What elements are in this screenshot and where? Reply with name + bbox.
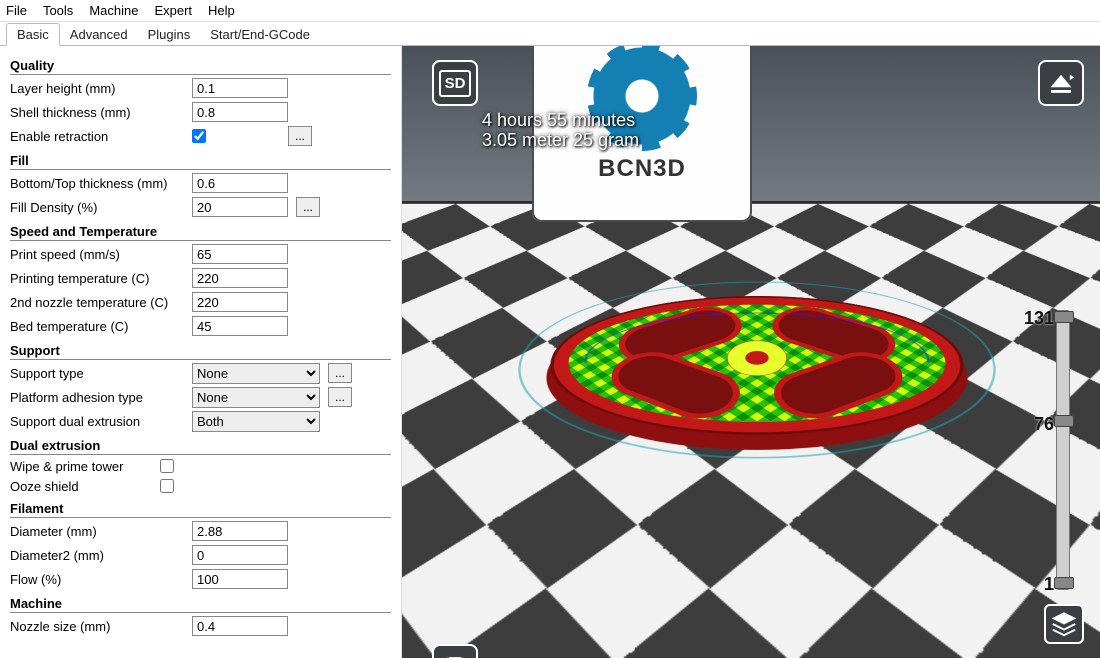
layer-slider-thumb-top[interactable]: [1054, 311, 1074, 323]
diameter-label: Diameter (mm): [10, 524, 192, 539]
tab-plugins[interactable]: Plugins: [138, 24, 201, 45]
save-sd-button[interactable]: SD: [432, 60, 478, 106]
viewport-3d[interactable]: BCN3D SD: [402, 46, 1100, 658]
support-dual-select[interactable]: Both: [192, 411, 320, 432]
section-machine: Machine: [10, 596, 391, 613]
layer-view-button[interactable]: [1044, 604, 1084, 644]
adhesion-type-more-button[interactable]: ...: [328, 387, 352, 407]
ooze-shield-checkbox[interactable]: [160, 479, 174, 493]
view-mode-button[interactable]: [1038, 60, 1084, 106]
print-temp-label: Printing temperature (C): [10, 271, 192, 286]
retraction-more-button[interactable]: ...: [288, 126, 312, 146]
section-fill: Fill: [10, 153, 391, 170]
section-filament: Filament: [10, 501, 391, 518]
support-type-more-button[interactable]: ...: [328, 363, 352, 383]
diameter2-label: Diameter2 (mm): [10, 548, 192, 563]
section-quality: Quality: [10, 58, 391, 75]
layers-icon: [1049, 609, 1079, 639]
print-temp-input[interactable]: [192, 268, 288, 288]
nozzle2-temp-input[interactable]: [192, 292, 288, 312]
print-speed-input[interactable]: [192, 244, 288, 264]
mirror-button[interactable]: [432, 644, 478, 658]
model-travel-lines: [570, 312, 943, 411]
section-dual-extrusion: Dual extrusion: [10, 438, 391, 455]
adhesion-type-label: Platform adhesion type: [10, 390, 192, 405]
sd-card-icon: SD: [439, 70, 472, 97]
view-mode-icon: [1046, 68, 1076, 98]
layer-slider-thumb-bottom[interactable]: [1054, 577, 1074, 589]
enable-retraction-label: Enable retraction: [10, 129, 192, 144]
menu-machine[interactable]: Machine: [89, 3, 138, 18]
ooze-shield-label: Ooze shield: [10, 479, 160, 494]
menu-tools[interactable]: Tools: [43, 3, 73, 18]
bed-temp-input[interactable]: [192, 316, 288, 336]
flow-label: Flow (%): [10, 572, 192, 587]
print-stats: 4 hours 55 minutes 3.05 meter 25 gram: [482, 110, 639, 150]
settings-panel: Quality Layer height (mm) Shell thicknes…: [0, 46, 402, 658]
support-type-label: Support type: [10, 366, 192, 381]
nozzle-size-input[interactable]: [192, 616, 288, 636]
layer-slider-track[interactable]: [1056, 310, 1070, 590]
menu-file[interactable]: File: [6, 3, 27, 18]
fill-density-label: Fill Density (%): [10, 200, 192, 215]
flow-input[interactable]: [192, 569, 288, 589]
enable-retraction-checkbox[interactable]: [192, 129, 206, 143]
fill-density-input[interactable]: [192, 197, 288, 217]
print-usage: 3.05 meter 25 gram: [482, 130, 639, 150]
fill-more-button[interactable]: ...: [296, 197, 320, 217]
layer-slider-thumb-current[interactable]: [1054, 415, 1074, 427]
bottom-top-label: Bottom/Top thickness (mm): [10, 176, 192, 191]
layer-height-input[interactable]: [192, 78, 288, 98]
menu-expert[interactable]: Expert: [154, 3, 192, 18]
shell-thickness-input[interactable]: [192, 102, 288, 122]
bottom-top-input[interactable]: [192, 173, 288, 193]
adhesion-type-select[interactable]: None: [192, 387, 320, 408]
support-type-select[interactable]: None: [192, 363, 320, 384]
wipe-tower-label: Wipe & prime tower: [10, 459, 160, 474]
shell-thickness-label: Shell thickness (mm): [10, 105, 192, 120]
brand-logo-text: BCN3D: [598, 155, 686, 183]
diameter2-input[interactable]: [192, 545, 288, 565]
wipe-tower-checkbox[interactable]: [160, 459, 174, 473]
layer-height-label: Layer height (mm): [10, 81, 192, 96]
section-support: Support: [10, 343, 391, 360]
nozzle2-temp-label: 2nd nozzle temperature (C): [10, 295, 192, 310]
print-time: 4 hours 55 minutes: [482, 110, 639, 130]
print-speed-label: Print speed (mm/s): [10, 247, 192, 262]
menu-help[interactable]: Help: [208, 3, 235, 18]
nozzle-size-label: Nozzle size (mm): [10, 619, 192, 634]
bed-temp-label: Bed temperature (C): [10, 319, 192, 334]
layer-slider[interactable]: [1050, 310, 1076, 590]
settings-tabbar: Basic Advanced Plugins Start/End-GCode: [0, 22, 1100, 46]
tab-basic[interactable]: Basic: [6, 23, 60, 46]
support-dual-label: Support dual extrusion: [10, 414, 192, 429]
section-speed-temp: Speed and Temperature: [10, 224, 391, 241]
tab-advanced[interactable]: Advanced: [60, 24, 138, 45]
diameter-input[interactable]: [192, 521, 288, 541]
mirror-icon: [440, 652, 470, 658]
tab-gcode[interactable]: Start/End-GCode: [200, 24, 320, 45]
menubar: File Tools Machine Expert Help: [0, 0, 1100, 22]
model-preview[interactable]: [526, 296, 987, 435]
